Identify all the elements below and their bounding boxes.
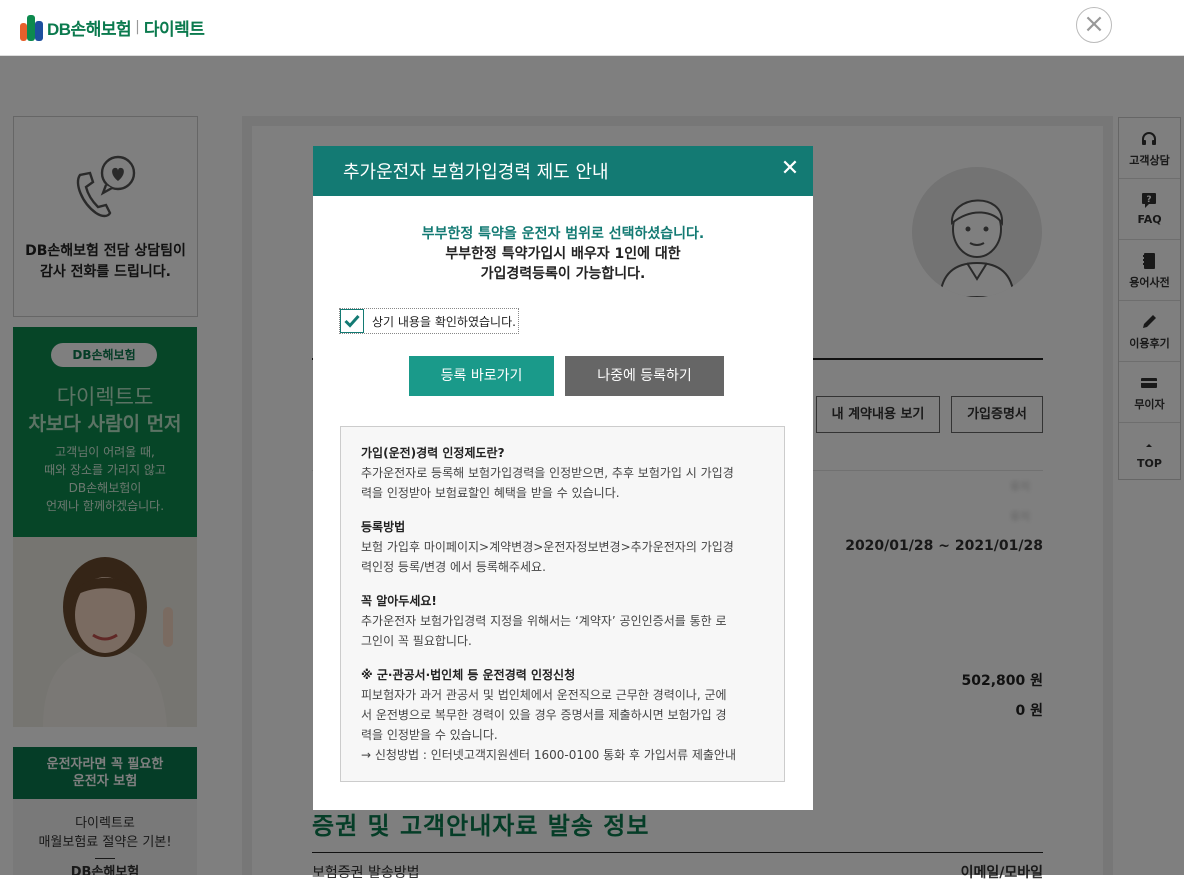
register-later-button[interactable]: 나중에 등록하기 — [565, 356, 724, 396]
modal-header: 추가운전자 보험가입경력 제도 안내 ✕ — [313, 146, 813, 196]
page-close-button[interactable]: × — [1076, 7, 1112, 43]
modal-intro-line-3: 가입경력등록이 가능합니다. — [480, 266, 646, 282]
info-heading: 등록방법 — [361, 520, 406, 534]
modal-intro-highlight: 부부한정 특약을 운전자 범위로 선택하셨습니다. — [421, 226, 705, 242]
confirm-label: 상기 내용을 확인하였습니다. — [372, 314, 516, 329]
info-heading: 가입(운전)경력 인정제도란? — [361, 446, 505, 460]
info-text: 추가운전자 보험가입경력 지정을 위해서는 ‘계약자’ 공인인증서를 통한 로 — [361, 614, 727, 628]
logo-separator: | — [135, 19, 140, 35]
info-section-method: 등록방법 보험 가입후 마이페이지>계약변경>운전자정보변경>추가운전자의 가입… — [361, 517, 764, 577]
modal-close-button[interactable]: ✕ — [779, 156, 801, 182]
confirm-checkbox-row[interactable]: 상기 내용을 확인하였습니다. — [339, 308, 519, 334]
modal-intro-line-2: 부부한정 특약가입시 배우자 1인에 대한 — [445, 246, 681, 262]
info-text: 서 운전병으로 복무한 경력이 있을 경우 증명서를 제출하시면 보험가입 경 — [361, 708, 727, 722]
info-text: 그인이 꼭 필요합니다. — [361, 634, 472, 648]
info-text: → 신청방법 : 인터넷고객지원센터 1600-0100 통화 후 가입서류 제… — [361, 748, 736, 762]
register-now-button[interactable]: 등록 바로가기 — [409, 356, 554, 396]
db-direct-logo[interactable]: DB손해보험 | 다이렉트 — [20, 9, 205, 45]
info-text: 보험 가입후 마이페이지>계약변경>운전자정보변경>추가운전자의 가입경 — [361, 540, 734, 554]
info-section-notice: 꼭 알아두세요! 추가운전자 보험가입경력 지정을 위해서는 ‘계약자’ 공인인… — [361, 591, 764, 651]
db-logo-icon — [20, 11, 44, 43]
modal-title: 추가운전자 보험가입경력 제도 안내 — [343, 162, 609, 183]
info-heading: 꼭 알아두세요! — [361, 594, 437, 608]
info-box: 가입(운전)경력 인정제도란? 추가운전자로 등록해 보험가입경력을 인정받으면… — [340, 426, 785, 782]
info-text: 추가운전자로 등록해 보험가입경력을 인정받으면, 추후 보험가입 시 가입경 — [361, 466, 734, 480]
site-header: DB손해보험 | 다이렉트 × — [0, 0, 1184, 56]
logo-sub-text: 다이렉트 — [143, 19, 205, 39]
info-text: 피보험자가 과거 관공서 및 법인체에서 운전직으로 근무한 경력이나, 군에 — [361, 688, 727, 702]
confirm-checkbox[interactable] — [340, 309, 364, 333]
logo-brand-text: DB손해보험 — [47, 19, 132, 39]
info-section-definition: 가입(운전)경력 인정제도란? 추가운전자로 등록해 보험가입경력을 인정받으면… — [361, 443, 764, 503]
info-text: 력인정 등록/변경 에서 등록해주세요. — [361, 560, 546, 574]
checkmark-icon — [344, 314, 360, 328]
info-text: 력을 인정받을 수 있습니다. — [361, 728, 498, 742]
info-heading: ※ 군·관공서·법인체 등 운전경력 인정신청 — [361, 668, 576, 682]
driver-history-modal: 추가운전자 보험가입경력 제도 안내 ✕ 부부한정 특약을 운전자 범위로 선택… — [313, 146, 813, 810]
info-section-military: ※ 군·관공서·법인체 등 운전경력 인정신청 피보험자가 과거 관공서 및 법… — [361, 665, 764, 765]
info-text: 력을 인정받아 보험료할인 혜택을 받을 수 있습니다. — [361, 486, 620, 500]
